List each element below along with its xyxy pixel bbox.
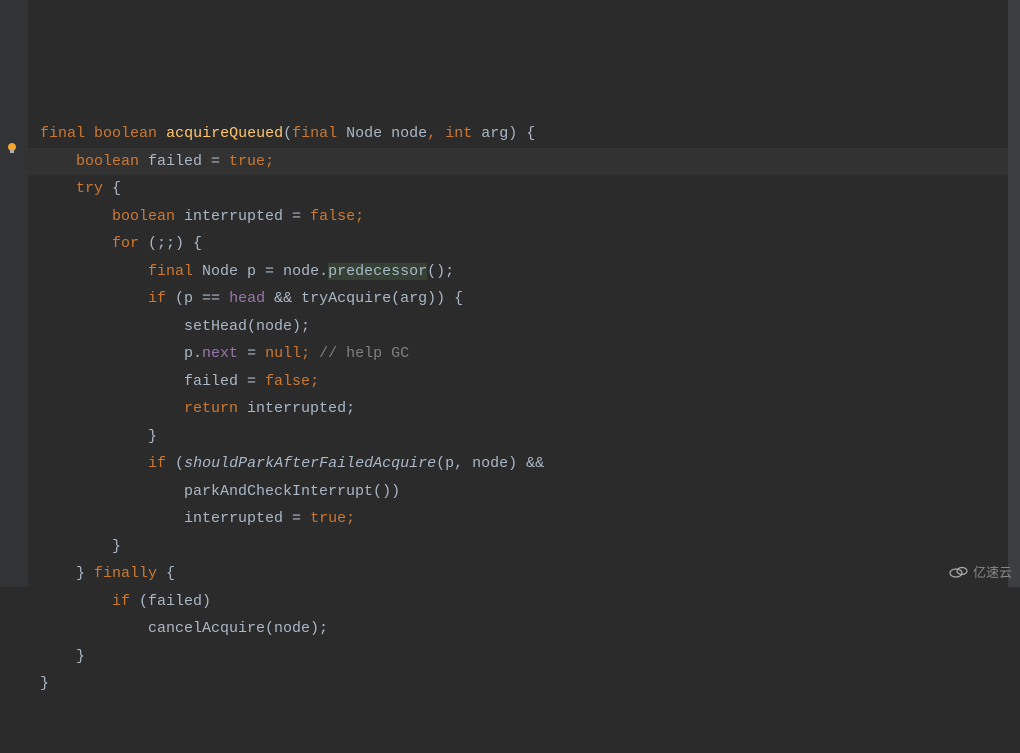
scrollbar[interactable] (1008, 0, 1020, 587)
code-line: setHead(node); (40, 318, 310, 335)
code-line: boolean interrupted = false; (40, 208, 364, 225)
code-line: parkAndCheckInterrupt()) (40, 483, 400, 500)
editor-container: final boolean acquireQueued(final Node n… (0, 0, 1020, 587)
code-line: return interrupted; (40, 400, 355, 417)
code-line: } finally { (40, 565, 175, 582)
code-line: boolean failed = true; (40, 153, 274, 170)
code-line: interrupted = true; (40, 510, 355, 527)
lightbulb-icon[interactable] (4, 140, 20, 156)
gutter (0, 0, 28, 587)
code-line: } (40, 538, 121, 555)
code-line: } (40, 648, 85, 665)
code-area[interactable]: final boolean acquireQueued(final Node n… (28, 0, 1020, 587)
code-line: if (failed) (40, 593, 211, 610)
code-line: } (40, 675, 49, 692)
code-line: } (40, 428, 157, 445)
code-line: for (;;) { (40, 235, 202, 252)
watermark-text: 亿速云 (973, 562, 1012, 581)
watermark: 亿速云 (949, 562, 1012, 581)
code-line: cancelAcquire(node); (40, 620, 328, 637)
code-line: final boolean acquireQueued(final Node n… (40, 125, 535, 142)
watermark-icon (949, 565, 969, 579)
code-line: failed = false; (40, 373, 319, 390)
code-line: if (shouldParkAfterFailedAcquire(p, node… (40, 455, 544, 472)
code-line: final Node p = node.predecessor(); (40, 263, 454, 280)
code-line: try { (40, 180, 121, 197)
code-line: p.next = null; // help GC (40, 345, 409, 362)
code-line: if (p == head && tryAcquire(arg)) { (40, 290, 463, 307)
code-content: final boolean acquireQueued(final Node n… (40, 93, 1008, 698)
